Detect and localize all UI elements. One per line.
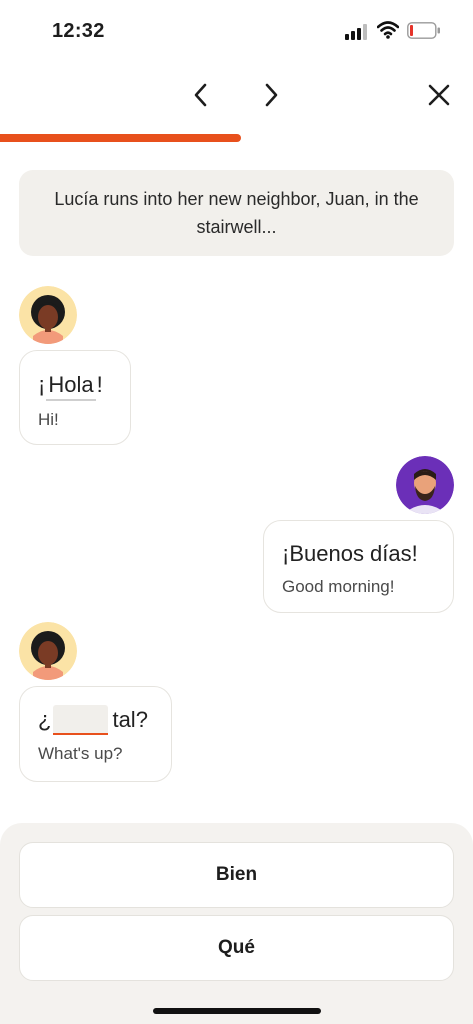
message-text: ¡Buenos días! (282, 541, 418, 566)
status-time: 12:32 (52, 20, 105, 42)
next-button[interactable] (254, 78, 288, 112)
message-punct-open: ¡ (38, 372, 46, 397)
message-translation: Good morning! (282, 577, 395, 596)
lucia-avatar (19, 286, 77, 344)
message-bubble-juan-1: ¡Buenos días! Good morning! (263, 520, 454, 613)
message-bubble-lucia-2: ¿ tal? What's up? (19, 686, 172, 782)
wifi-icon (377, 21, 399, 39)
lesson-navigation (0, 70, 473, 122)
message-punct-close: ! (96, 372, 103, 397)
scene-intro-text: Lucía runs into her new neighbor, Juan, … (54, 189, 419, 237)
message-text-after: tal? (112, 707, 148, 732)
message-translation: Hi! (38, 410, 59, 429)
chevron-right-icon (265, 83, 278, 107)
option-button-que[interactable]: Qué (19, 915, 454, 981)
message-punct-open: ¿ (38, 707, 52, 732)
status-bar: 12:32 (0, 0, 473, 60)
battery-low-icon (407, 22, 440, 39)
close-button[interactable] (422, 78, 456, 112)
vocab-word-hola[interactable]: Hola (46, 371, 96, 401)
lesson-progress-fill (0, 134, 242, 142)
close-icon (428, 84, 450, 106)
lesson-progress-bar (0, 134, 473, 142)
scene-intro: Lucía runs into her new neighbor, Juan, … (19, 170, 454, 256)
home-indicator[interactable] (153, 1008, 321, 1014)
cellular-signal-icon (345, 24, 367, 40)
juan-avatar (396, 456, 454, 514)
message-translation: What's up? (38, 744, 123, 763)
lucia-avatar (19, 622, 77, 680)
message-bubble-lucia-1: ¡ Hola! Hi! (19, 350, 131, 445)
answer-blank[interactable] (53, 705, 109, 735)
previous-button[interactable] (184, 78, 218, 112)
option-button-bien[interactable]: Bien (19, 842, 454, 908)
chevron-left-icon (194, 83, 207, 107)
